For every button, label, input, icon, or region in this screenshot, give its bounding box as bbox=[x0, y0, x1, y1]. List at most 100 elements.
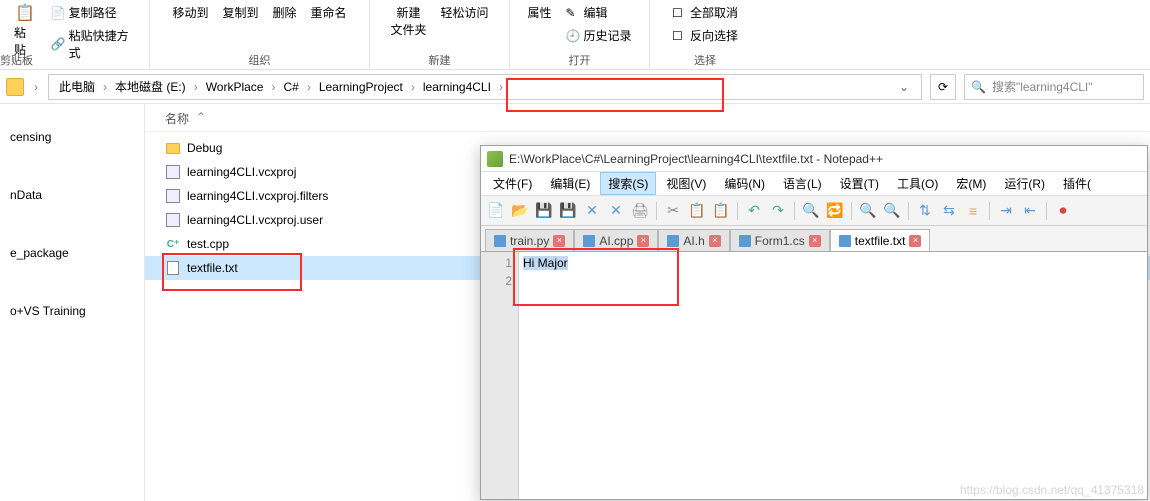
npp-menu-item[interactable]: 语言(L) bbox=[775, 172, 830, 195]
open-icon[interactable]: 📂 bbox=[509, 200, 531, 222]
npp-tab[interactable]: Form1.cs× bbox=[730, 229, 830, 251]
npp-tab[interactable]: AI.cpp × bbox=[574, 229, 658, 251]
npp-tab[interactable]: AI.h× bbox=[658, 229, 729, 251]
wrap-icon[interactable]: ≡ bbox=[962, 200, 984, 222]
print-icon[interactable]: 🖨 bbox=[629, 200, 651, 222]
npp-tab[interactable]: textfile.txt× bbox=[830, 229, 931, 251]
code-line[interactable] bbox=[523, 272, 1143, 290]
tab-label: train.py bbox=[510, 234, 549, 248]
chevron-right-icon: › bbox=[305, 80, 313, 94]
outdent-icon[interactable]: ⇤ bbox=[1019, 200, 1041, 222]
paste-shortcut-button[interactable]: 🔗 粘贴快捷方式 bbox=[47, 25, 139, 63]
tab-label: textfile.txt bbox=[855, 234, 906, 248]
chevron-right-icon: › bbox=[269, 80, 277, 94]
sidebar-item[interactable]: censing bbox=[0, 122, 144, 152]
toolbar-separator bbox=[851, 202, 852, 220]
delete-button[interactable]: 删除 bbox=[269, 2, 301, 23]
tab-close-icon[interactable]: × bbox=[709, 235, 721, 247]
tab-close-icon[interactable]: × bbox=[637, 235, 649, 247]
tab-close-icon[interactable]: × bbox=[809, 235, 821, 247]
search-icon: 🔍 bbox=[971, 80, 986, 94]
organize-group-label: 组织 bbox=[249, 52, 271, 68]
cut-icon[interactable]: ✂ bbox=[662, 200, 684, 222]
indent-icon[interactable]: ⇥ bbox=[995, 200, 1017, 222]
sort-arrow-icon: ⌃ bbox=[189, 110, 213, 127]
sidebar-item[interactable]: nData bbox=[0, 180, 144, 210]
npp-menu-item[interactable]: 视图(V) bbox=[658, 172, 714, 195]
col-name[interactable]: 名称 bbox=[165, 110, 189, 127]
npp-menu-item[interactable]: 宏(M) bbox=[948, 172, 994, 195]
ribbon: 📋 粘贴 📄 复制路径 🔗 粘贴快捷方式 剪贴板 移动到 复制到 删除 重命名 bbox=[0, 0, 1150, 70]
properties-button[interactable]: 属性 bbox=[523, 2, 555, 23]
tab-label: AI.cpp bbox=[599, 234, 633, 248]
npp-menu-item[interactable]: 编码(N) bbox=[716, 172, 773, 195]
breadcrumb-item[interactable]: WorkPlace bbox=[202, 80, 268, 94]
sync-h-icon[interactable]: ⇆ bbox=[938, 200, 960, 222]
save-icon[interactable]: 💾 bbox=[533, 200, 555, 222]
copy-icon[interactable]: 📋 bbox=[686, 200, 708, 222]
cpp-icon: C⁺ bbox=[165, 236, 181, 252]
save-all-icon[interactable]: 💾 bbox=[557, 200, 579, 222]
rename-button[interactable]: 重命名 bbox=[307, 2, 351, 23]
chevron-right-icon: › bbox=[409, 80, 417, 94]
copy-to-button[interactable]: 复制到 bbox=[218, 2, 262, 23]
chevron-right-icon: › bbox=[497, 80, 505, 94]
copy-path-label: 复制路径 bbox=[69, 4, 117, 21]
npp-menu-item[interactable]: 运行(R) bbox=[996, 172, 1053, 195]
npp-titlebar[interactable]: E:\WorkPlace\C#\LearningProject\learning… bbox=[481, 146, 1147, 172]
sidebar: censing nData e_package o+VS Training bbox=[0, 104, 145, 501]
close-icon[interactable]: ✕ bbox=[581, 200, 603, 222]
tab-close-icon[interactable]: × bbox=[553, 235, 565, 247]
new-file-icon[interactable]: 📄 bbox=[485, 200, 507, 222]
npp-menu-item[interactable]: 编辑(E) bbox=[542, 172, 598, 195]
breadcrumb-item[interactable]: LearningProject bbox=[315, 80, 407, 94]
paste-icon[interactable]: 📋 bbox=[710, 200, 732, 222]
edit-icon: ✎ bbox=[566, 6, 580, 20]
replace-icon[interactable]: 🔁 bbox=[824, 200, 846, 222]
select-all-button[interactable]: ☐ 全部取消 bbox=[668, 2, 742, 23]
npp-code[interactable]: Hi Major bbox=[519, 252, 1147, 499]
search-placeholder: 搜索"learning4CLI" bbox=[992, 78, 1093, 95]
undo-icon[interactable]: ↶ bbox=[743, 200, 765, 222]
sync-v-icon[interactable]: ⇅ bbox=[914, 200, 936, 222]
code-line[interactable]: Hi Major bbox=[523, 254, 1143, 272]
npp-editor[interactable]: 12 Hi Major bbox=[481, 252, 1147, 499]
npp-tabs: train.py×AI.cpp×AI.h×Form1.cs×textfile.t… bbox=[481, 226, 1147, 252]
sidebar-item[interactable]: e_package bbox=[0, 238, 144, 268]
invert-select-button[interactable]: ☐ 反向选择 bbox=[668, 25, 742, 46]
npp-menu-item[interactable]: 工具(O) bbox=[889, 172, 946, 195]
refresh-button[interactable]: ⟳ bbox=[930, 74, 956, 100]
edit-button[interactable]: ✎ 编辑 bbox=[562, 2, 636, 23]
search-box[interactable]: 🔍 搜索"learning4CLI" bbox=[964, 74, 1144, 100]
file-icon bbox=[583, 235, 595, 247]
toolbar-separator bbox=[989, 202, 990, 220]
refresh-icon: ⟳ bbox=[938, 80, 948, 94]
file-icon bbox=[494, 235, 506, 247]
breadcrumb-item[interactable]: C# bbox=[279, 80, 302, 94]
history-button[interactable]: 🕘 历史记录 bbox=[562, 25, 636, 46]
new-folder-button[interactable]: 新建 文件夹 bbox=[386, 2, 430, 40]
zoom-out-icon[interactable]: 🔍 bbox=[881, 200, 903, 222]
redo-icon[interactable]: ↷ bbox=[767, 200, 789, 222]
copy-path-button[interactable]: 📄 复制路径 bbox=[47, 2, 139, 23]
npp-menu-item[interactable]: 文件(F) bbox=[485, 172, 540, 195]
zoom-in-icon[interactable]: 🔍 bbox=[857, 200, 879, 222]
breadcrumb-item[interactable]: 本地磁盘 (E:) bbox=[111, 78, 190, 95]
find-icon[interactable]: 🔍 bbox=[800, 200, 822, 222]
npp-menu-item[interactable]: 插件( bbox=[1055, 172, 1099, 195]
breadcrumb-item[interactable]: learning4CLI bbox=[419, 80, 495, 94]
breadcrumb-dropdown[interactable]: ⌄ bbox=[893, 80, 915, 94]
file-name: textfile.txt bbox=[187, 261, 238, 275]
close-all-icon[interactable]: ✕ bbox=[605, 200, 627, 222]
npp-tab[interactable]: train.py × bbox=[485, 229, 574, 251]
npp-menu-item[interactable]: 搜索(S) bbox=[600, 172, 656, 195]
breadcrumb-item[interactable]: 此电脑 bbox=[55, 78, 99, 95]
toolbar-separator bbox=[908, 202, 909, 220]
sidebar-item[interactable]: o+VS Training bbox=[0, 296, 144, 326]
easy-access-button[interactable]: 轻松访问 bbox=[437, 2, 493, 23]
tab-close-icon[interactable]: × bbox=[909, 235, 921, 247]
record-icon[interactable]: ⏺ bbox=[1052, 200, 1074, 222]
npp-menu-item[interactable]: 设置(T) bbox=[832, 172, 887, 195]
move-to-button[interactable]: 移动到 bbox=[168, 2, 212, 23]
breadcrumb[interactable]: 此电脑›本地磁盘 (E:)›WorkPlace›C#›LearningProje… bbox=[48, 74, 922, 100]
